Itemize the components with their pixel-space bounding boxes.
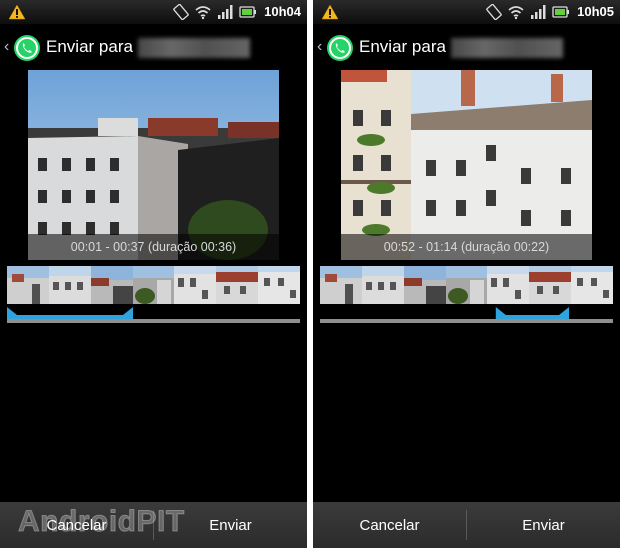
wifi-icon	[195, 6, 211, 20]
video-filmstrip[interactable]	[7, 266, 301, 304]
video-preview[interactable]: 00:52 - 01:14 (duração 00:22)	[341, 70, 592, 260]
status-bar: 10h05	[313, 0, 620, 24]
chevron-left-icon[interactable]: ‹	[317, 38, 322, 56]
filmstrip-thumb	[216, 266, 259, 304]
trim-selection-bar[interactable]	[7, 307, 133, 319]
trim-track[interactable]	[7, 319, 300, 323]
cancel-button[interactable]: Cancelar	[0, 502, 153, 548]
status-clock: 10h04	[264, 4, 301, 19]
whatsapp-icon	[327, 35, 353, 61]
trim-time-range: 00:52 - 01:14 (duração 00:22)	[341, 234, 592, 260]
page-title: Enviar para	[46, 37, 133, 56]
video-filmstrip[interactable]	[320, 266, 614, 304]
trim-track[interactable]	[320, 319, 613, 323]
filmstrip-thumb	[571, 266, 614, 304]
battery-icon	[552, 6, 569, 18]
whatsapp-icon	[14, 35, 40, 61]
filmstrip-thumb	[90, 266, 133, 304]
filmstrip-thumb	[487, 266, 530, 304]
filmstrip-thumb	[361, 266, 404, 304]
cancel-button[interactable]: Cancelar	[313, 502, 466, 548]
chevron-left-icon[interactable]: ‹	[4, 38, 9, 56]
screen-rotation-icon	[486, 4, 502, 20]
warning-icon	[8, 4, 26, 20]
filmstrip-thumb	[7, 266, 49, 304]
trim-time-range: 00:01 - 00:37 (duração 00:36)	[28, 234, 279, 260]
filmstrip-thumb	[403, 266, 446, 304]
phone-screen-right: 10h05 ‹ Enviar para 00:52 - 01:14 (duraç…	[313, 0, 620, 548]
filmstrip-thumb	[132, 266, 175, 304]
page-title: Enviar para	[359, 37, 446, 56]
filmstrip-thumb	[320, 266, 362, 304]
title-bar: ‹ Enviar para	[313, 30, 620, 66]
signal-bars-icon	[218, 5, 233, 19]
send-button[interactable]: Enviar	[467, 502, 620, 548]
filmstrip-thumb	[529, 266, 572, 304]
filmstrip-thumb	[48, 266, 91, 304]
phone-screen-left: 10h04 ‹ Enviar para 00:01 - 00:37 (duraç…	[0, 0, 307, 548]
filmstrip-thumb	[258, 266, 301, 304]
recipient-name-blurred	[138, 38, 250, 58]
status-clock: 10h05	[577, 4, 614, 19]
filmstrip-thumb	[445, 266, 488, 304]
screen-rotation-icon	[173, 4, 189, 20]
battery-icon	[239, 6, 256, 18]
bottom-action-bar: Cancelar Enviar	[0, 502, 307, 548]
video-preview[interactable]: 00:01 - 00:37 (duração 00:36)	[28, 70, 279, 260]
send-button[interactable]: Enviar	[154, 502, 307, 548]
bottom-action-bar: Cancelar Enviar	[313, 502, 620, 548]
trim-selection-bar[interactable]	[495, 307, 570, 319]
signal-bars-icon	[531, 5, 546, 19]
filmstrip-thumb	[174, 266, 217, 304]
wifi-icon	[508, 6, 524, 20]
warning-icon	[321, 4, 339, 20]
title-bar: ‹ Enviar para	[0, 30, 307, 66]
recipient-name-blurred	[451, 38, 563, 58]
status-bar: 10h04	[0, 0, 307, 24]
